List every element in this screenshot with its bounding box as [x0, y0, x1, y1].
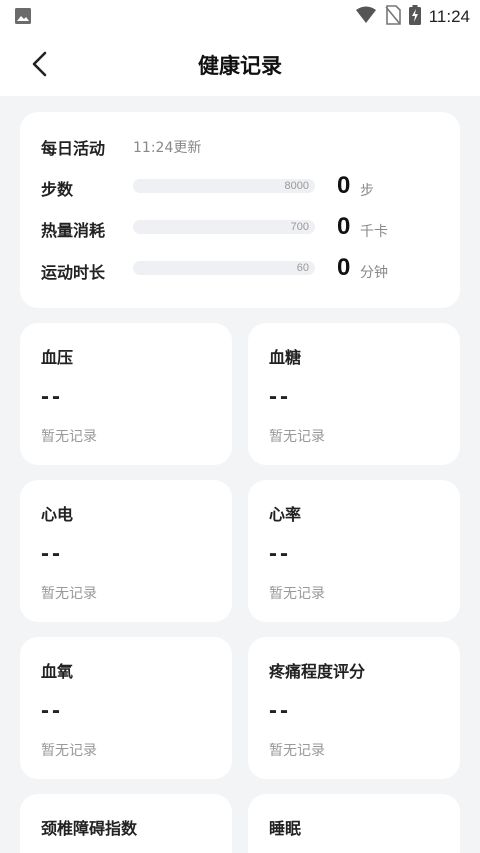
metric-title: 心电: [41, 505, 74, 524]
metric-value: --: [269, 697, 291, 724]
activity-updated-time: 11:24更新: [133, 140, 202, 156]
metric-title: 疼痛程度评分: [269, 662, 366, 681]
no-sim-icon: [385, 5, 401, 29]
exercise-time-goal: 60: [296, 262, 309, 274]
metric-title: 血糖: [269, 348, 302, 367]
blood-pressure-card[interactable]: 血压 -- 暂无记录: [20, 323, 232, 465]
image-icon: [14, 7, 32, 29]
metric-value: --: [269, 540, 291, 567]
calories-value: 0: [337, 213, 351, 240]
sleep-card[interactable]: 睡眠: [248, 794, 460, 853]
metric-status: 暂无记录: [41, 429, 97, 445]
calories-unit: 千卡: [360, 224, 388, 240]
metric-status: 暂无记录: [269, 743, 325, 759]
steps-progress-bar: 8000: [133, 179, 315, 193]
steps-label: 步数: [41, 180, 74, 199]
blood-oxygen-card[interactable]: 血氧 -- 暂无记录: [20, 637, 232, 779]
metric-title: 颈椎障碍指数: [41, 819, 138, 838]
pain-score-card[interactable]: 疼痛程度评分 -- 暂无记录: [248, 637, 460, 779]
calories-label: 热量消耗: [41, 221, 106, 240]
heart-rate-card[interactable]: 心率 -- 暂无记录: [248, 480, 460, 622]
metric-title: 心率: [269, 505, 302, 524]
page-title: 健康记录: [198, 54, 282, 78]
ecg-card[interactable]: 心电 -- 暂无记录: [20, 480, 232, 622]
metric-title: 睡眠: [269, 819, 302, 838]
steps-goal: 8000: [284, 180, 309, 192]
calories-goal: 700: [290, 221, 309, 233]
metric-value: --: [41, 540, 63, 567]
metric-value: --: [269, 383, 291, 410]
steps-value: 0: [337, 172, 351, 199]
daily-activity-card[interactable]: 每日活动 11:24更新 步数 8000 0 步 热量消耗 700 0 千卡 运…: [20, 112, 460, 308]
exercise-time-value: 0: [337, 254, 351, 281]
metric-status: 暂无记录: [269, 586, 325, 602]
app-header: 健康记录: [0, 32, 480, 96]
activity-title: 每日活动: [41, 139, 106, 158]
exercise-time-unit: 分钟: [360, 265, 388, 281]
metric-value: --: [41, 383, 63, 410]
steps-unit: 步: [360, 183, 374, 199]
blood-sugar-card[interactable]: 血糖 -- 暂无记录: [248, 323, 460, 465]
exercise-time-label: 运动时长: [41, 263, 106, 282]
metric-status: 暂无记录: [41, 743, 97, 759]
metric-title: 血压: [41, 348, 74, 367]
battery-charging-icon: [408, 5, 421, 29]
metric-status: 暂无记录: [41, 586, 97, 602]
metric-title: 血氧: [41, 662, 74, 681]
wifi-icon: [355, 6, 377, 28]
neck-disability-index-card[interactable]: 颈椎障碍指数: [20, 794, 232, 853]
clock: 11:24: [428, 7, 470, 26]
status-bar: 11:24: [0, 0, 480, 32]
calories-progress-bar: 700: [133, 220, 315, 234]
exercise-time-progress-bar: 60: [133, 261, 315, 275]
metric-status: 暂无记录: [269, 429, 325, 445]
metric-value: --: [41, 697, 63, 724]
